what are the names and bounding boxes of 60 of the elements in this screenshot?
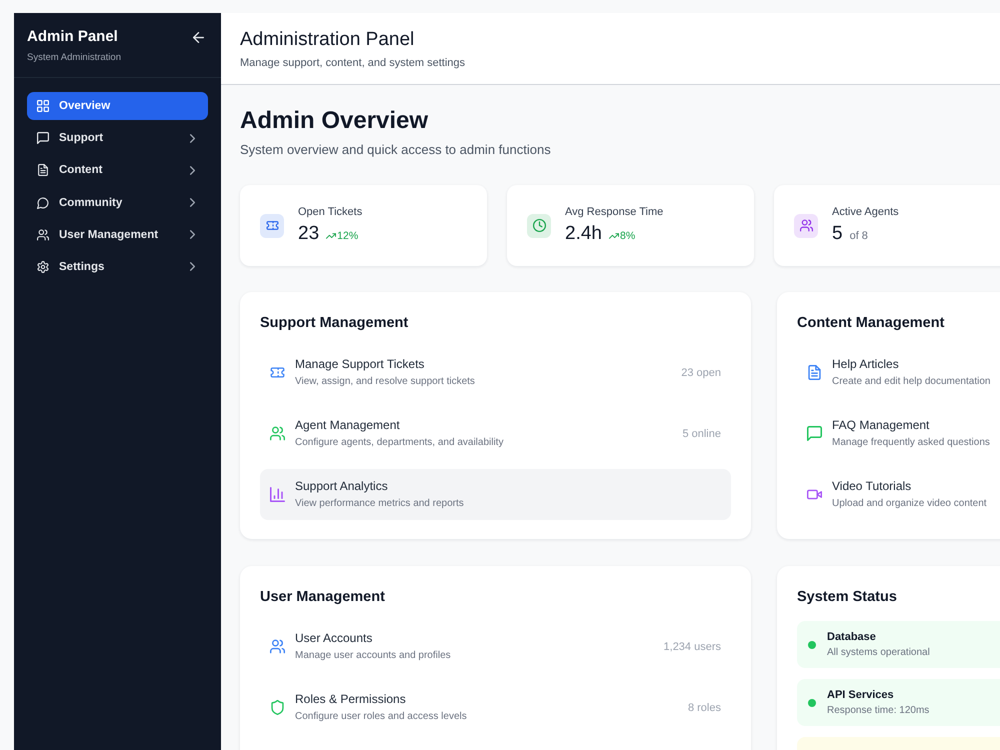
sidebar-nav-item[interactable]: User Management (27, 220, 208, 249)
section-title: Content Management (797, 314, 946, 333)
status-name: Database (827, 630, 877, 645)
row-title: Support Analytics (295, 478, 389, 494)
row-description: View performance metrics and reports (295, 497, 464, 511)
status-detail: All systems operational (827, 646, 930, 659)
row-description: Create and edit help documentation (832, 375, 990, 389)
sidebar-nav-item[interactable]: Support (27, 124, 208, 152)
speech-bubble-icon (37, 132, 49, 144)
stat-label: Avg Response Time (565, 205, 664, 220)
trending-up-icon (608, 233, 619, 239)
settings-icon (37, 260, 49, 273)
sidebar-nav-item[interactable]: Settings (27, 252, 208, 281)
header-title: Administration Panel (240, 28, 416, 52)
sidebar-nav-item[interactable]: Community (27, 188, 208, 217)
row-title: Help Articles (832, 356, 900, 372)
row-title: Roles & Permissions (295, 691, 407, 707)
stat-value: 2.4h (565, 222, 602, 246)
status-name: API Services (827, 688, 895, 703)
row-description: Configure user roles and access levels (295, 710, 467, 724)
section-title: Support Management (260, 314, 410, 333)
trending-up-icon (326, 233, 336, 239)
sidebar-title: Admin Panel (27, 28, 119, 46)
sidebar-subtitle: System Administration (27, 51, 121, 64)
section-title: System Status (797, 588, 898, 607)
row-count: 8 roles (688, 702, 721, 714)
row-title: Video Tutorials (832, 478, 912, 494)
row-description: View, assign, and resolve support tickets (295, 375, 475, 389)
page-subtitle: System overview and quick access to admin functions (240, 141, 552, 159)
header-subtitle: Manage support, content, and system settings (240, 56, 466, 71)
sidebar-nav-item[interactable]: Content (27, 156, 208, 184)
row-description: Upload and organize video content (832, 497, 987, 511)
row-count: 1,234 users (664, 640, 721, 652)
grid-icon (37, 100, 49, 112)
row-description: Manage user accounts and profiles (295, 649, 451, 663)
section-title: User Management (260, 588, 386, 607)
row-title: Manage Support Tickets (295, 356, 426, 372)
people-icon (37, 228, 49, 241)
status-dot-icon (808, 640, 816, 648)
document-icon (37, 164, 49, 176)
stat-value: 5 (832, 222, 843, 246)
link-row[interactable]: Support Analytics View performance metrics and reports (260, 469, 731, 520)
stat-note: of 8 (850, 229, 868, 243)
stat-label: Active Agents (832, 205, 899, 220)
row-count: 23 open (681, 366, 721, 378)
page-title: Admin Overview (240, 106, 430, 136)
row-description: Manage frequently asked questions (832, 436, 990, 450)
stat-value: 23 (298, 222, 320, 246)
sidebar-nav-item[interactable]: Overview (27, 92, 208, 120)
status-detail: Response time: 120ms (827, 704, 930, 717)
trend-value: 8% (620, 229, 636, 243)
chat-bubble-icon (37, 196, 49, 209)
row-count: 5 online (682, 428, 721, 440)
row-title: FAQ Management (832, 417, 930, 433)
row-title: Agent Management (295, 417, 401, 433)
stat-label: Open Tickets (298, 205, 362, 220)
status-dot-icon (808, 698, 816, 706)
row-description: Configure agents, departments, and availability (295, 436, 504, 450)
row-title: User Accounts (295, 630, 374, 646)
trend-value: 12% (337, 229, 358, 243)
